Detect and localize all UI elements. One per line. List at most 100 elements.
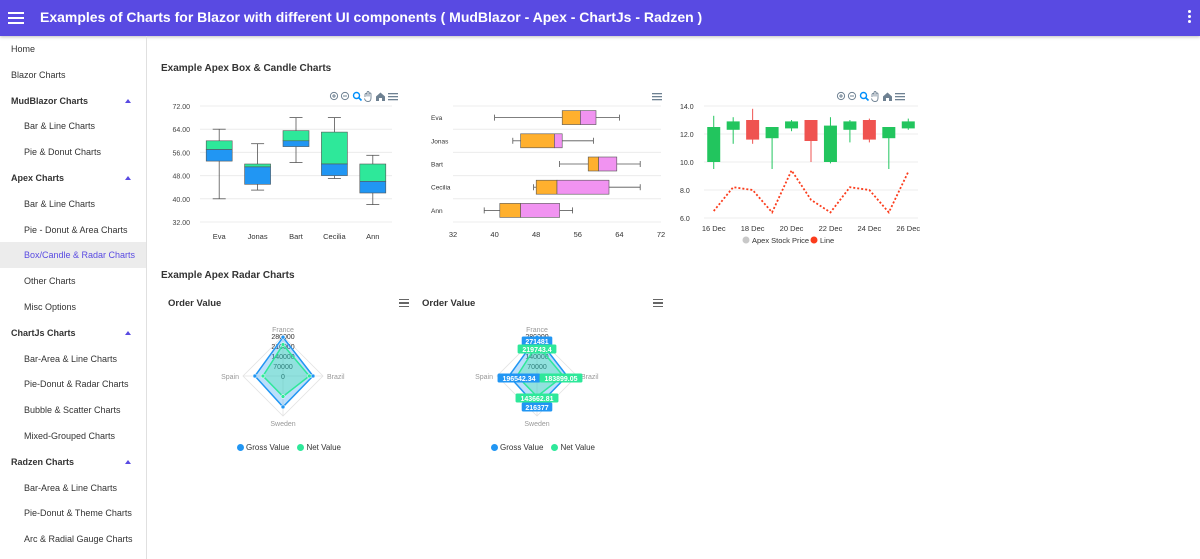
nav-item-label: Bar & Line Charts [24,121,96,132]
radar-point [280,404,286,410]
radar-point [260,373,266,379]
nav-item[interactable]: Misc Options [0,294,146,320]
nav-item-label: Home [11,44,36,54]
radar-title-1: Order Value [168,298,222,309]
radar-point [280,394,286,399]
legend-label: Line [820,236,834,245]
legend-marker [810,236,818,244]
box-upper [321,131,348,165]
zoom-in-icon-plus [839,94,843,98]
box-lower [205,149,233,162]
radar-chart-1: FranceBrazilSwedenSpain28000021000014000… [221,327,345,428]
y-tick-label: 10.0 [680,160,694,167]
nav-item[interactable]: Blazor Charts [0,62,146,88]
x-tick-label: 22 Dec [819,224,843,233]
nav-item[interactable]: Bubble & Scatter Charts [0,397,146,423]
zoom-out-icon [340,91,350,101]
nav-item-label: Pie-Donut & Theme Charts [24,508,132,519]
y-tick-label: 8.0 [680,188,690,195]
y-tick-label: 6.0 [680,216,690,223]
nav-item[interactable]: Arc & Radial Gauge Charts [0,526,146,552]
horizontal-box-chart: 32 40 48 56 64 72 Eva Jonas Bart Cecilia Ann [431,93,665,239]
radar-point [280,334,286,340]
nav-group[interactable]: MudBlazor Charts [0,88,146,114]
legend-item[interactable]: Net Value [297,443,341,452]
nav-item[interactable]: Bar-Area & Line Charts [0,475,146,501]
y-tick-label: 72.00 [172,104,190,111]
nav-item[interactable]: Bar & Line Charts [0,113,146,139]
y-tick-label: Jonas [431,138,449,145]
radar-axis-label: Sweden [270,421,295,428]
nav-item-label: Bar-Area & Line Charts [24,353,118,364]
vertical-box-chart: 72.00 64.00 56.00 48.00 40.00 32.00 Eva Jonas Ba… [172,91,398,241]
nav-item[interactable]: Pie-Donut & Radar Charts [0,371,146,397]
box-right [580,110,597,125]
zoom-select-icon [352,91,363,102]
nav-item[interactable]: Pie & Donut Charts [0,139,146,165]
expand-caret-icon[interactable] [125,98,131,103]
chart-menu-line [652,99,662,101]
chart-menu-line [895,96,905,98]
legend-item[interactable]: Net Value [551,443,595,452]
legend-marker [491,444,498,451]
nav-item-label: MudBlazor Charts [11,95,89,106]
nav-item[interactable]: Bar & Line Charts [0,191,146,217]
expand-caret-icon[interactable] [125,459,131,464]
nav-item-label: Pie - Donut & Area Charts [24,224,128,235]
candlestick-chart: 14.0 12.0 10.0 8.0 6.0 16 Dec 18 Dec 20 Dec 22 D… [680,91,920,245]
x-tick-label: 48 [532,230,540,239]
nav-item[interactable]: Box/Candle & Radar Charts [0,242,146,269]
chart-toolbar [652,93,662,101]
chart-menu-icon[interactable] [653,299,663,308]
nav-group[interactable]: Apex Charts [0,165,146,191]
chart-menu-line [388,99,398,101]
chart-menu-line [388,96,398,98]
nav-group[interactable]: ChartJs Charts [0,320,146,346]
chart-menu-icon [895,93,905,101]
box-upper [359,163,387,182]
nav-item-label: Mixed-Grouped Charts [24,431,116,441]
expand-caret-icon[interactable] [125,330,131,335]
legend-item[interactable]: Gross Value [237,443,289,452]
nav-item[interactable]: Home [0,36,146,62]
radar-point [310,373,316,379]
y-tick-label: Cecilia [431,185,451,192]
nav-item[interactable]: Other Charts [0,268,146,294]
chart-menu-icon[interactable] [399,299,409,308]
x-tick-label: Eva [213,232,227,241]
radar-title-2: Order Value [422,298,476,309]
nav-group[interactable]: Radzen Charts [0,449,146,475]
nav-item[interactable]: Mixed-Grouped Charts [0,423,146,449]
data-label: 183899.05 [544,376,577,383]
candle-body [746,120,760,140]
chart-toolbar [329,91,398,102]
box-upper [282,130,310,142]
section-title-radar: Example Apex Radar Charts [161,270,295,281]
nav-item[interactable]: Pie-Donut & Theme Charts [0,500,146,526]
y-tick-label: 32.00 [172,220,190,227]
radar-point [252,373,258,379]
nav-item-label: Apex Charts [11,173,65,183]
chart-menu-icon [388,93,398,101]
candle-body [765,127,779,139]
nav-item-label: Box/Candle & Radar Charts [24,250,136,261]
x-tick-label: Ann [366,232,379,241]
radar-chart-2: FranceBrazilSwedenSpain28000021000014000… [475,327,599,428]
legend-item[interactable]: Gross Value [491,443,543,452]
candle-body [707,127,721,162]
x-tick-label: 16 Dec [702,224,726,233]
nav-item[interactable]: Pie - Donut & Area Charts [0,217,146,243]
zoom-select-handle [357,96,363,102]
expand-caret-icon[interactable] [125,176,131,180]
radar-axis-label: Spain [475,374,493,381]
nav-item[interactable]: Bar-Area & Line Charts [0,346,146,372]
x-tick-label: 64 [615,230,623,239]
radar-axis-label: France [526,327,548,334]
box-upper [244,163,271,168]
legend-label: Gross Value [500,443,544,452]
menu-icon[interactable] [8,10,24,26]
chart-menu-icon [652,93,662,101]
box-left [561,110,581,125]
more-options-icon[interactable] [1188,10,1192,26]
nav-item-label: Misc Options [24,302,77,312]
